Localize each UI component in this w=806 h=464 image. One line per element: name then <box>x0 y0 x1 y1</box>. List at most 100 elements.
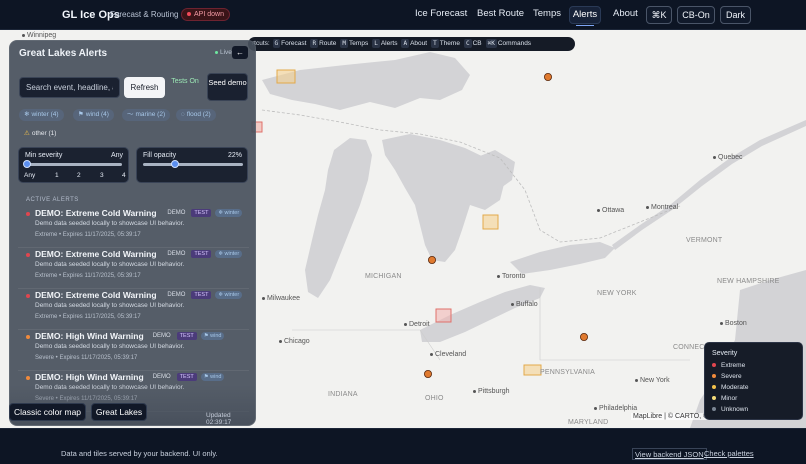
min-severity-value: Any <box>110 152 123 159</box>
collapse-panel-button[interactable]: ← <box>232 46 248 59</box>
category-tag: ❄ winter <box>215 291 243 299</box>
min-severity-thumb[interactable] <box>23 160 31 168</box>
live-dot-icon <box>215 50 218 54</box>
fill-opacity-value: 22% <box>227 152 242 159</box>
filter-chip-wind[interactable]: ⚑ wind (4) <box>73 109 114 121</box>
alert-area-polygon[interactable] <box>276 69 296 84</box>
alert-marker[interactable] <box>427 255 436 264</box>
legend-swatch-icon <box>712 385 716 390</box>
fill-opacity-thumb[interactable] <box>171 160 179 168</box>
app-subtitle: Forecast & Routing <box>110 10 179 19</box>
shortcut-label: About <box>410 40 428 47</box>
lake-huron <box>382 134 505 262</box>
severity-legend: Severity Extreme Severe Moderate Minor Unkno… <box>704 342 803 420</box>
alert-item[interactable]: DEMO: Extreme Cold Warning DEMO TEST ❄ wint… <box>18 208 249 248</box>
tick-label: 2 <box>77 172 81 179</box>
map-label-detroit: Detroit <box>404 321 430 328</box>
theme-toggle-button[interactable]: Dark <box>720 6 751 24</box>
warning-icon: ⚠ <box>24 130 30 137</box>
chip-label: wind (4) <box>85 111 109 118</box>
colorblind-toggle-button[interactable]: CB-On <box>677 6 715 24</box>
alert-item[interactable]: DEMO: Extreme Cold Warning DEMO TEST ❄ wint… <box>18 290 249 330</box>
legend-swatch-icon <box>712 374 716 379</box>
map-label-new-york-state: NEW YORK <box>597 290 637 297</box>
demo-badge: DEMO <box>167 251 186 257</box>
demo-badge: DEMO <box>167 210 186 216</box>
map-label-montreal: Montreal <box>646 204 678 211</box>
nav-alerts[interactable]: Alerts <box>569 6 601 26</box>
alert-marker[interactable] <box>580 332 589 341</box>
chip-label: winter (4) <box>31 111 59 118</box>
test-badge: TEST <box>191 291 212 299</box>
shortcut-label: Forecast <box>281 40 307 47</box>
map-label-indiana: INDIANA <box>328 391 358 398</box>
map-label-chicago: Chicago <box>279 338 310 345</box>
live-text: Live <box>220 49 232 56</box>
map-label-boston: Boston <box>720 320 747 327</box>
test-badge: TEST <box>176 373 197 381</box>
nav-temps[interactable]: Temps <box>533 8 561 19</box>
filter-chip-winter[interactable]: ❄ winter (4) <box>19 109 64 121</box>
check-palettes-link[interactable]: Check palettes <box>704 448 754 460</box>
severity-dot-icon <box>26 253 30 257</box>
legend-item: Severe <box>712 373 742 380</box>
filter-chip-flood[interactable]: ◌ flood (2) <box>176 109 216 121</box>
view-backend-json-link[interactable]: View backend JSON <box>632 448 707 460</box>
shortcut-key: T <box>431 39 439 48</box>
alert-description: Demo data seeded locally to showcase UI … <box>35 302 185 309</box>
alert-area-polygon[interactable] <box>482 214 499 230</box>
legend-swatch-icon <box>712 407 716 412</box>
demo-badge: DEMO <box>167 292 186 298</box>
wave-icon: 〜 <box>127 111 134 118</box>
alert-item[interactable]: DEMO: Extreme Cold Warning DEMO TEST ❄ wint… <box>18 249 249 289</box>
alert-area-polygon[interactable] <box>523 364 542 376</box>
map-label-buffalo: Buffalo <box>511 301 538 308</box>
alerts-panel: Great Lakes Alerts Live ← Refresh Tests … <box>9 40 256 426</box>
map-attribution[interactable]: MapLibre | © CARTO, © <box>631 413 711 420</box>
tick-label: 3 <box>100 172 104 179</box>
alert-title: DEMO: Extreme Cold Warning <box>35 208 157 218</box>
alert-area-polygon[interactable] <box>435 308 452 323</box>
min-severity-control: Min severity Any Any 1 2 3 4 <box>18 147 129 183</box>
map-label-new-hampshire: NEW HAMPSHIRE <box>717 278 780 285</box>
shortcut-label: Alerts <box>380 40 398 47</box>
command-palette-button[interactable]: ⌘K <box>646 6 672 24</box>
alert-description: Demo data seeded locally to showcase UI … <box>35 261 185 268</box>
alert-title: DEMO: Extreme Cold Warning <box>35 249 157 259</box>
alert-marker[interactable] <box>544 73 553 82</box>
map-label-ottawa: Ottawa <box>597 207 624 214</box>
nav-ice-forecast[interactable]: Ice Forecast <box>415 8 467 19</box>
refresh-button[interactable]: Refresh <box>124 77 165 98</box>
classic-color-map-button[interactable]: Classic color map <box>9 403 86 421</box>
map-label-quebec: Quebec <box>713 154 743 161</box>
legend-title: Severity <box>712 350 738 357</box>
nav-about[interactable]: About <box>613 8 638 19</box>
shortcut-label: Temps <box>349 40 369 47</box>
snowflake-icon: ❄ <box>24 111 30 118</box>
test-badge: TEST <box>191 250 212 258</box>
alert-item[interactable]: DEMO: High Wind Warning DEMO TEST⚑ wind Dem… <box>18 331 249 371</box>
filter-chip-marine[interactable]: 〜 marine (2) <box>122 109 171 121</box>
seed-demo-button[interactable]: Seed demo <box>207 73 248 101</box>
alert-search-input[interactable] <box>19 77 120 98</box>
category-tag: ❄ winter <box>215 250 243 258</box>
map-label-vermont: VERMONT <box>686 237 723 244</box>
legend-label: Minor <box>721 395 738 402</box>
nav-best-route[interactable]: Best Route <box>477 8 524 19</box>
lake-michigan <box>305 138 372 298</box>
live-indicator: Live <box>215 49 232 56</box>
filter-chip-other[interactable]: ⚠ other (1) <box>19 128 61 140</box>
min-severity-track[interactable] <box>27 163 122 166</box>
shortcut-key: L <box>372 39 380 48</box>
alert-title: DEMO: Extreme Cold Warning <box>35 290 157 300</box>
test-badge: TEST <box>191 209 212 217</box>
map-label-connecticut: CONNEC <box>673 344 705 351</box>
legend-item: Extreme <box>712 362 745 369</box>
alert-marker[interactable] <box>423 369 432 378</box>
tests-toggle[interactable]: Tests On <box>171 77 199 87</box>
great-lakes-button[interactable]: Great Lakes <box>91 403 147 421</box>
fill-opacity-track[interactable] <box>143 163 243 166</box>
map-label-ohio: OHIO <box>425 395 444 402</box>
legend-label: Extreme <box>721 362 746 369</box>
map-label-cleveland: Cleveland <box>430 351 466 358</box>
